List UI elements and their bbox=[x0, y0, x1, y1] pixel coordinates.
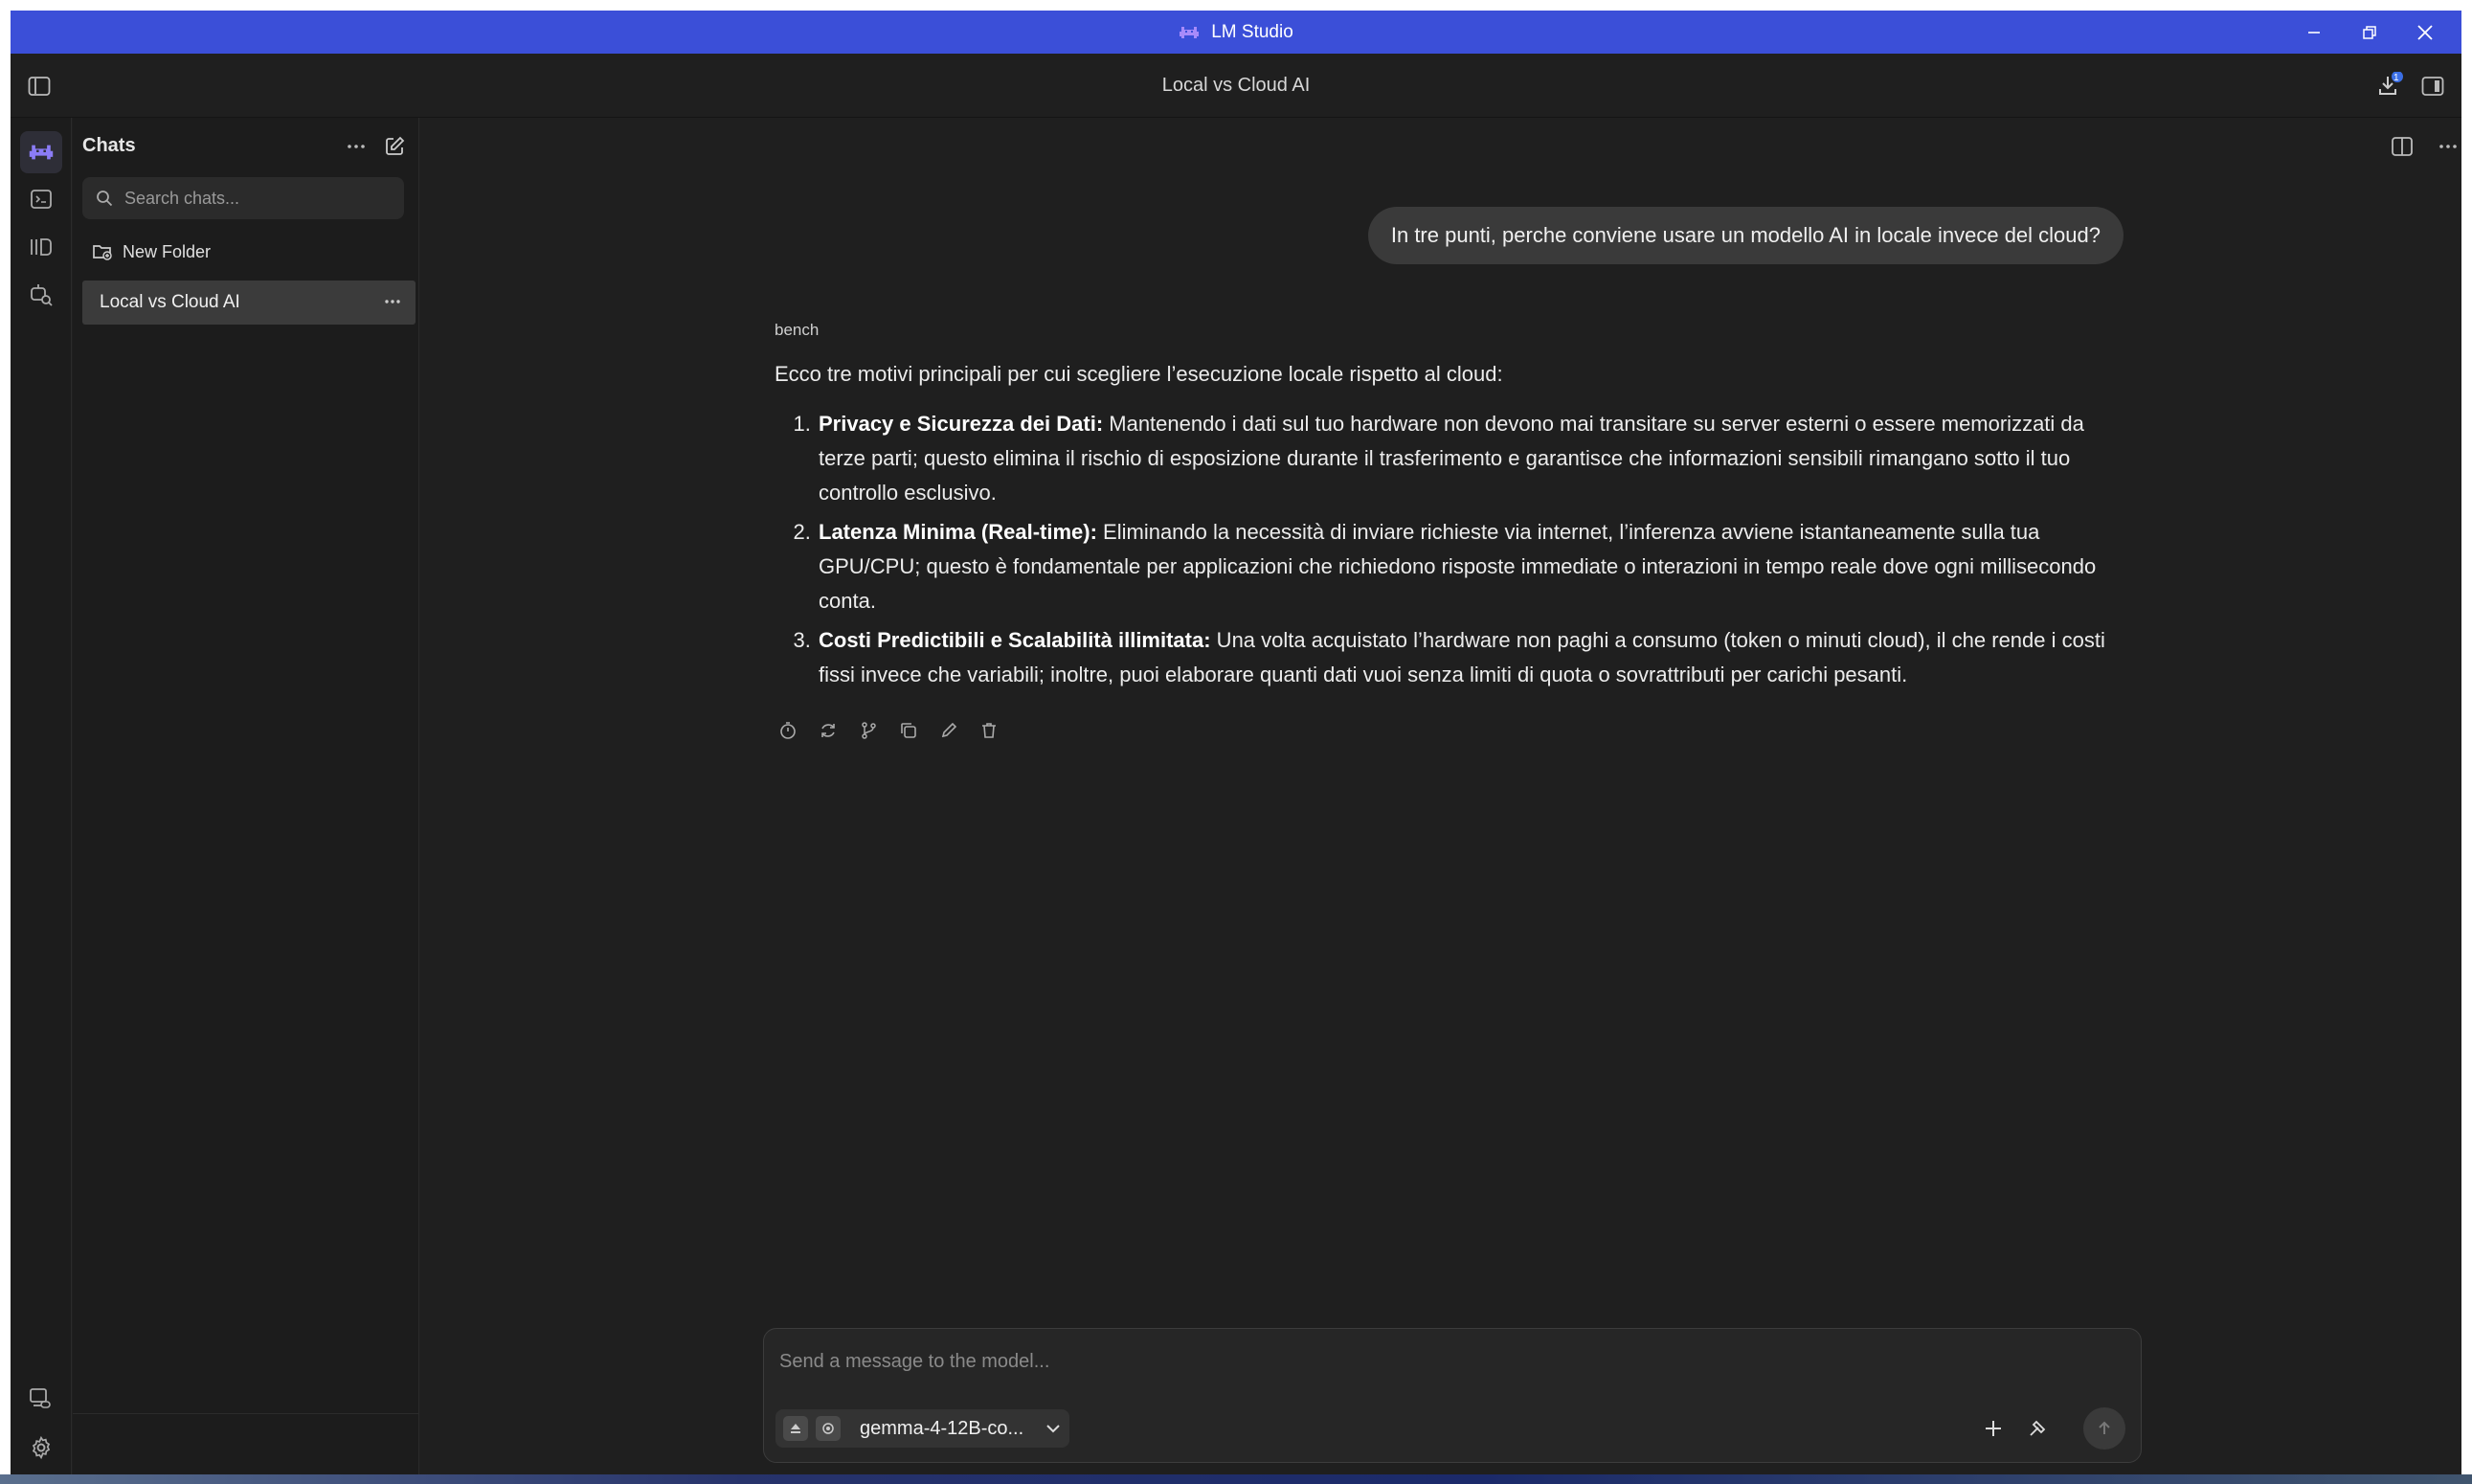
chat-item-more-button[interactable] bbox=[383, 292, 402, 311]
nav-rail bbox=[11, 118, 72, 1474]
new-folder-button[interactable]: New Folder bbox=[82, 233, 404, 271]
split-view-icon bbox=[2391, 136, 2414, 157]
list-item: Costi Predictibili e Scalabilità illimit… bbox=[817, 623, 2115, 692]
list-item: Latenza Minima (Real-time): Eliminando l… bbox=[817, 515, 2115, 618]
toggle-right-panel-button[interactable] bbox=[2416, 69, 2450, 103]
rail-discover-button[interactable] bbox=[20, 274, 62, 316]
app-title-text: LM Studio bbox=[1211, 21, 1293, 42]
arrow-up-icon bbox=[2096, 1420, 2113, 1437]
list-item: Privacy e Sicurezza dei Dati: Mantenendo… bbox=[817, 407, 2115, 510]
lm-studio-chat-icon bbox=[28, 142, 55, 163]
more-horizontal-icon bbox=[347, 144, 366, 149]
chat-title: Local vs Cloud AI bbox=[1161, 75, 1311, 96]
model-settings-button[interactable] bbox=[816, 1416, 841, 1441]
compose-icon bbox=[384, 136, 405, 157]
search-robot-icon bbox=[29, 282, 54, 307]
chevron-down-icon bbox=[1045, 1423, 1062, 1434]
rail-settings-button[interactable] bbox=[20, 1427, 62, 1469]
assistant-name: bench bbox=[775, 321, 820, 339]
lm-studio-window: LM Studio Local vs Cloud AI 1 Chats Sear… bbox=[11, 11, 2461, 1474]
minimize-icon bbox=[2306, 25, 2322, 40]
server-link-icon bbox=[29, 1386, 54, 1409]
point-title: Privacy e Sicurezza dei Dati: bbox=[819, 412, 1104, 436]
rail-models-button[interactable] bbox=[20, 226, 62, 268]
split-view-button[interactable] bbox=[2385, 129, 2419, 164]
chat-top-bar: Local vs Cloud AI 1 bbox=[11, 54, 2461, 118]
plus-icon bbox=[1983, 1418, 2004, 1439]
message-composer: gemma-4-12B-co... bbox=[763, 1328, 2142, 1463]
sidebar-divider bbox=[73, 1413, 419, 1414]
right-panel-icon bbox=[2421, 76, 2444, 97]
sidebar-title: Chats bbox=[82, 135, 136, 156]
new-folder-icon bbox=[92, 242, 113, 261]
point-title: Latenza Minima (Real-time): bbox=[819, 520, 1097, 544]
chat-main: In tre punti, perche conviene usare un m… bbox=[420, 118, 2461, 1474]
message-actions bbox=[776, 719, 1000, 742]
lm-studio-logo-icon bbox=[1179, 24, 1200, 41]
assistant-message: Ecco tre motivi principali per cui scegl… bbox=[775, 357, 2115, 697]
assistant-points-list: Privacy e Sicurezza dei Dati: Mantenendo… bbox=[775, 407, 2115, 692]
app-title: LM Studio bbox=[11, 11, 2461, 54]
assistant-intro: Ecco tre motivi principali per cui scegl… bbox=[775, 362, 1503, 386]
title-bar: LM Studio bbox=[11, 11, 2461, 54]
timer-icon[interactable] bbox=[776, 719, 799, 742]
delete-icon[interactable] bbox=[978, 719, 1000, 742]
restore-button[interactable] bbox=[2342, 11, 2397, 54]
search-chats-input[interactable] bbox=[124, 188, 383, 209]
chats-sidebar: Chats New Folder Local vs Cloud AI bbox=[73, 118, 419, 1474]
new-folder-label: New Folder bbox=[123, 241, 212, 261]
downloads-button[interactable]: 1 bbox=[2371, 67, 2408, 103]
send-button[interactable] bbox=[2083, 1407, 2125, 1450]
gear-icon bbox=[29, 1435, 54, 1460]
rail-server-button[interactable] bbox=[20, 1377, 62, 1419]
search-chats-field[interactable] bbox=[82, 177, 404, 219]
terminal-icon bbox=[30, 188, 53, 211]
user-message-text: In tre punti, perche conviene usare un m… bbox=[1390, 223, 2101, 247]
taskbar-edge bbox=[0, 1474, 2472, 1484]
search-icon bbox=[96, 190, 113, 207]
chat-options-button[interactable] bbox=[2431, 129, 2461, 164]
close-icon bbox=[2416, 24, 2434, 41]
rail-chat-button[interactable] bbox=[20, 131, 62, 173]
hammer-icon bbox=[2027, 1418, 2048, 1439]
point-title: Costi Predictibili e Scalabilità illimit… bbox=[819, 628, 1211, 652]
attach-button[interactable] bbox=[1976, 1411, 2011, 1446]
library-icon bbox=[29, 236, 54, 259]
chat-list-item[interactable]: Local vs Cloud AI bbox=[82, 281, 416, 325]
message-input[interactable] bbox=[779, 1344, 2101, 1379]
more-horizontal-icon bbox=[2438, 144, 2458, 149]
edit-icon[interactable] bbox=[937, 719, 960, 742]
chat-list-item-label: Local vs Cloud AI bbox=[100, 292, 240, 312]
model-selector[interactable]: gemma-4-12B-co... bbox=[775, 1409, 1070, 1448]
tools-button[interactable] bbox=[2020, 1411, 2055, 1446]
close-window-button[interactable] bbox=[2397, 11, 2453, 54]
regenerate-icon[interactable] bbox=[817, 719, 840, 742]
eject-model-button[interactable] bbox=[783, 1416, 808, 1441]
copy-icon[interactable] bbox=[897, 719, 920, 742]
new-chat-button[interactable] bbox=[379, 131, 410, 162]
sidebar-header: Chats bbox=[82, 131, 410, 164]
chats-more-button[interactable] bbox=[341, 131, 371, 162]
model-name: gemma-4-12B-co... bbox=[860, 1417, 1024, 1439]
rail-developer-button[interactable] bbox=[20, 178, 62, 220]
branch-icon[interactable] bbox=[857, 719, 880, 742]
download-badge: 1 bbox=[2393, 73, 2399, 83]
restore-icon bbox=[2362, 25, 2377, 40]
minimize-button[interactable] bbox=[2286, 11, 2342, 54]
user-message-bubble: In tre punti, perche conviene usare un m… bbox=[1367, 207, 2124, 264]
